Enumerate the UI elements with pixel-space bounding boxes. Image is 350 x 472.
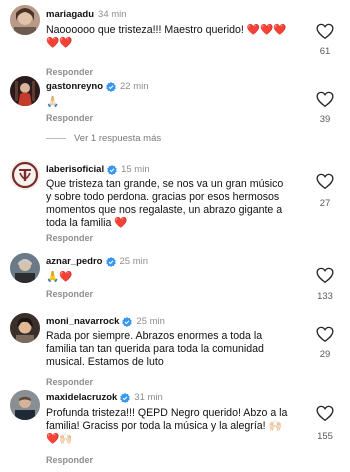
heart-outline-icon[interactable]: [316, 23, 334, 40]
verified-badge-icon: [122, 316, 133, 327]
verified-badge-icon: [105, 256, 116, 267]
avatar[interactable]: [10, 160, 40, 190]
timestamp: 25 min: [136, 316, 165, 327]
verified-badge-icon: [120, 392, 131, 403]
like-count: 27: [319, 198, 331, 209]
verified-badge-icon: [106, 81, 116, 92]
comment-text: Profunda tristeza!!! QEPD Negro querido!…: [46, 407, 288, 445]
comment-text: Que tristeza tan grande, se nos va un gr…: [46, 178, 284, 229]
username[interactable]: mariagadu: [46, 9, 94, 20]
username[interactable]: laberisoficial: [46, 164, 104, 175]
reply-button[interactable]: Responder: [46, 113, 93, 123]
avatar[interactable]: [10, 76, 40, 106]
timestamp: 15 min: [121, 164, 150, 175]
avatar[interactable]: [10, 390, 40, 420]
comment-meta: gastonreyno 22 min: [46, 81, 149, 92]
avatar[interactable]: [10, 313, 40, 343]
comment-text: Naoooooo que tristeza!!! Maestro querido…: [46, 24, 287, 49]
heart-outline-icon[interactable]: [316, 405, 334, 422]
like-count: 155: [317, 431, 333, 442]
like-count: 39: [319, 114, 331, 125]
heart-outline-icon[interactable]: [316, 91, 334, 108]
comment-meta: laberisoficial 15 min: [46, 164, 150, 175]
comment-text: Rada por siempre. Abrazos enormes a toda…: [46, 330, 264, 368]
avatar[interactable]: [10, 5, 40, 35]
heart-outline-icon[interactable]: [316, 173, 334, 190]
comment-meta: moni_navarrock 25 min: [46, 316, 165, 327]
like-count: 133: [317, 291, 333, 302]
reply-button[interactable]: Responder: [46, 289, 93, 299]
like-count: 29: [319, 349, 331, 360]
reply-button[interactable]: Responder: [46, 233, 93, 243]
verified-badge-icon: [107, 164, 117, 175]
username[interactable]: aznar_pedro: [46, 256, 103, 267]
timestamp: 34 min: [98, 9, 127, 20]
timestamp: 31 min: [134, 392, 163, 403]
divider: [46, 138, 66, 139]
timestamp: 25 min: [119, 256, 149, 267]
username[interactable]: moni_navarrock: [46, 316, 119, 327]
comment-text: 🙏❤️: [46, 271, 73, 283]
like-count: 61: [319, 46, 331, 57]
reply-button[interactable]: Responder: [46, 455, 93, 465]
comment-text: 🙏🏻: [46, 96, 60, 108]
timestamp: 22 min: [120, 81, 149, 92]
view-replies-label: Ver 1 respuesta más: [74, 133, 162, 144]
comment-meta: aznar_pedro 25 min: [46, 256, 148, 267]
view-replies-button[interactable]: Ver 1 respuesta más: [46, 133, 161, 144]
reply-button[interactable]: Responder: [46, 67, 93, 77]
username[interactable]: maxidelacruzok: [46, 392, 117, 403]
username[interactable]: gastonreyno: [46, 81, 103, 92]
reply-button[interactable]: Responder: [46, 377, 93, 387]
comment-meta: mariagadu 34 min: [46, 9, 127, 20]
heart-outline-icon[interactable]: [316, 267, 334, 284]
heart-outline-icon[interactable]: [316, 326, 334, 343]
avatar[interactable]: [10, 253, 40, 283]
comment-meta: maxidelacruzok 31 min: [46, 392, 163, 403]
